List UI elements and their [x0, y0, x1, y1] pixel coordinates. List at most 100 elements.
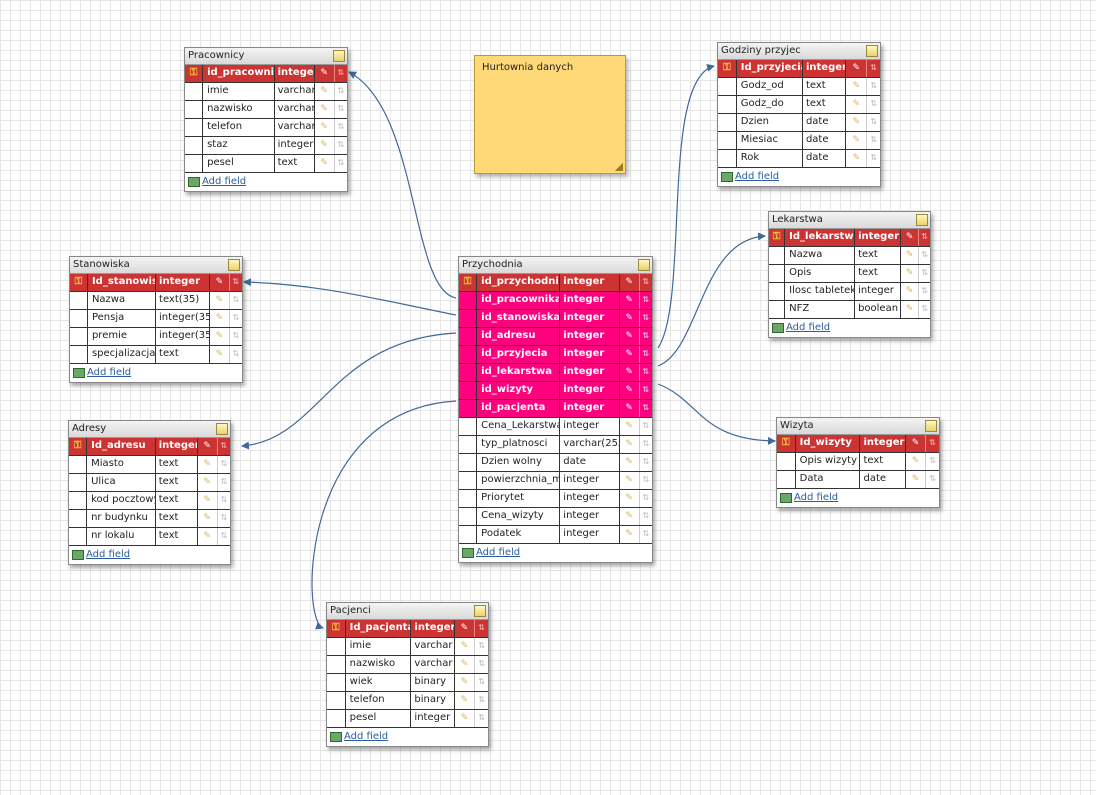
reorder-field-icon[interactable]: ⇅	[919, 229, 930, 246]
foreign-key-row[interactable]: id_lekarstwa integer ✎ ⇅	[459, 364, 652, 382]
table-header[interactable]: Stanowiska	[70, 257, 242, 274]
edit-field-icon[interactable]: ✎	[620, 364, 640, 381]
reorder-field-icon[interactable]: ⇅	[218, 438, 230, 455]
reorder-field-icon[interactable]: ⇅	[867, 114, 880, 131]
reorder-field-icon[interactable]: ⇅	[475, 620, 488, 637]
table-godziny-przyjec[interactable]: Godziny przyjec ⚿ Id_przyjecia integer ✎ ⇅ Go…	[717, 42, 881, 187]
reorder-field-icon[interactable]: ⇅	[640, 508, 652, 525]
edit-field-icon[interactable]: ✎	[620, 472, 640, 489]
reorder-field-icon[interactable]: ⇅	[926, 471, 939, 488]
add-field-link[interactable]: Add field	[344, 731, 388, 742]
field-row[interactable]: Miasto text ✎ ⇅	[69, 456, 230, 474]
field-row[interactable]: Rok date ✎ ⇅	[718, 150, 880, 168]
field-row[interactable]: Godz_do text ✎ ⇅	[718, 96, 880, 114]
field-row[interactable]: nr budynku text ✎ ⇅	[69, 510, 230, 528]
field-row[interactable]: staz integer ✎ ⇅	[185, 137, 347, 155]
table-header[interactable]: Lekarstwa	[769, 212, 930, 229]
reorder-field-icon[interactable]: ⇅	[919, 283, 930, 300]
reorder-field-icon[interactable]: ⇅	[867, 96, 880, 113]
reorder-field-icon[interactable]: ⇅	[640, 292, 652, 309]
edit-field-icon[interactable]: ✎	[906, 435, 927, 452]
field-row[interactable]: imie varchar ✎ ⇅	[185, 83, 347, 101]
edit-field-icon[interactable]: ✎	[198, 492, 218, 509]
reorder-field-icon[interactable]: ⇅	[640, 400, 652, 417]
field-row[interactable]: Nazwa text(35) ✎ ⇅	[70, 292, 242, 310]
table-pracownicy[interactable]: Pracownicy ⚿id_pracownikainteger✎⇅imieva…	[184, 47, 348, 192]
field-row[interactable]: pesel integer ✎ ⇅	[327, 710, 488, 728]
add-field-link[interactable]: Add field	[786, 322, 830, 333]
reorder-field-icon[interactable]: ⇅	[640, 418, 652, 435]
edit-table-icon[interactable]	[333, 50, 345, 62]
field-row[interactable]: wiek binary ✎ ⇅	[327, 674, 488, 692]
reorder-field-icon[interactable]: ⇅	[475, 692, 488, 709]
table-header[interactable]: Przychodnia	[459, 257, 652, 274]
reorder-field-icon[interactable]: ⇅	[640, 328, 652, 345]
edit-field-icon[interactable]: ✎	[901, 229, 920, 246]
edit-table-icon[interactable]	[216, 423, 228, 435]
reorder-field-icon[interactable]: ⇅	[335, 101, 347, 118]
primary-key-row[interactable]: ⚿ Id_adresu integer ✎ ⇅	[69, 438, 230, 456]
reorder-field-icon[interactable]: ⇅	[919, 247, 930, 264]
table-header[interactable]: Pracownicy	[185, 48, 347, 65]
primary-key-row[interactable]: ⚿ Id_lekarstwa integer ✎ ⇅	[769, 229, 930, 247]
add-field-link[interactable]: Add field	[735, 171, 779, 182]
reorder-field-icon[interactable]: ⇅	[640, 274, 652, 291]
add-field-button[interactable]: Add field	[69, 546, 230, 564]
field-row[interactable]: nazwisko varchar ✎ ⇅	[327, 656, 488, 674]
reorder-field-icon[interactable]: ⇅	[640, 490, 652, 507]
edit-field-icon[interactable]: ✎	[846, 96, 868, 113]
edit-field-icon[interactable]: ✎	[901, 283, 920, 300]
reorder-field-icon[interactable]: ⇅	[926, 453, 939, 470]
foreign-key-row[interactable]: id_pacjenta integer ✎ ⇅	[459, 400, 652, 418]
primary-key-row[interactable]: ⚿ Id_przyjecia integer ✎ ⇅	[718, 60, 880, 78]
field-row[interactable]: Ilosc tabletek integer ✎ ⇅	[769, 283, 930, 301]
reorder-field-icon[interactable]: ⇅	[335, 65, 347, 82]
edit-field-icon[interactable]: ✎	[210, 310, 230, 327]
field-row[interactable]: pesel text ✎ ⇅	[185, 155, 347, 173]
reorder-field-icon[interactable]: ⇅	[218, 456, 230, 473]
edit-field-icon[interactable]: ✎	[315, 101, 335, 118]
edit-table-icon[interactable]	[474, 605, 486, 617]
edit-field-icon[interactable]: ✎	[315, 155, 335, 172]
edit-field-icon[interactable]: ✎	[455, 656, 476, 673]
edit-field-icon[interactable]: ✎	[198, 510, 218, 527]
sticky-note[interactable]: Hurtownia danych	[474, 55, 626, 174]
edit-field-icon[interactable]: ✎	[620, 418, 640, 435]
reorder-field-icon[interactable]: ⇅	[640, 346, 652, 363]
edit-field-icon[interactable]: ✎	[315, 65, 335, 82]
reorder-field-icon[interactable]: ⇅	[230, 328, 242, 345]
primary-key-row[interactable]: ⚿ id_przychodni integer ✎ ⇅	[459, 274, 652, 292]
reorder-field-icon[interactable]: ⇅	[335, 155, 347, 172]
edit-field-icon[interactable]: ✎	[455, 638, 476, 655]
edit-field-icon[interactable]: ✎	[198, 528, 218, 545]
primary-key-row[interactable]: ⚿ Id_wizyty integer ✎ ⇅	[777, 435, 939, 453]
edit-field-icon[interactable]: ✎	[315, 137, 335, 154]
edit-field-icon[interactable]: ✎	[620, 490, 640, 507]
reorder-field-icon[interactable]: ⇅	[475, 710, 488, 727]
field-row[interactable]: Priorytet integer ✎ ⇅	[459, 490, 652, 508]
reorder-field-icon[interactable]: ⇅	[919, 265, 930, 282]
field-row[interactable]: telefon binary ✎ ⇅	[327, 692, 488, 710]
reorder-field-icon[interactable]: ⇅	[475, 656, 488, 673]
edit-field-icon[interactable]: ✎	[620, 436, 640, 453]
field-row[interactable]: Opis text ✎ ⇅	[769, 265, 930, 283]
table-wizyta[interactable]: Wizyta ⚿ Id_wizyty integer ✎ ⇅ Opis wizyty tex…	[776, 417, 940, 508]
reorder-field-icon[interactable]: ⇅	[640, 526, 652, 543]
reorder-field-icon[interactable]: ⇅	[475, 638, 488, 655]
add-field-button[interactable]: Add field	[70, 364, 242, 382]
edit-table-icon[interactable]	[638, 259, 650, 271]
reorder-field-icon[interactable]: ⇅	[335, 137, 347, 154]
edit-table-icon[interactable]	[228, 259, 240, 271]
reorder-field-icon[interactable]: ⇅	[335, 119, 347, 136]
reorder-field-icon[interactable]: ⇅	[867, 60, 880, 77]
add-field-link[interactable]: Add field	[476, 547, 520, 558]
field-row[interactable]: typ_platnoscivarchar(255)✎⇅	[459, 436, 652, 454]
edit-field-icon[interactable]: ✎	[455, 692, 476, 709]
primary-key-row[interactable]: ⚿id_pracownikainteger✎⇅	[185, 65, 347, 83]
edit-field-icon[interactable]: ✎	[210, 346, 230, 363]
field-row[interactable]: Opis wizyty text ✎ ⇅	[777, 453, 939, 471]
table-przychodnia[interactable]: Przychodnia ⚿ id_przychodni integer ✎ ⇅ id_pr…	[458, 256, 653, 563]
edit-field-icon[interactable]: ✎	[210, 274, 230, 291]
table-header[interactable]: Pacjenci	[327, 603, 488, 620]
edit-field-icon[interactable]: ✎	[620, 526, 640, 543]
